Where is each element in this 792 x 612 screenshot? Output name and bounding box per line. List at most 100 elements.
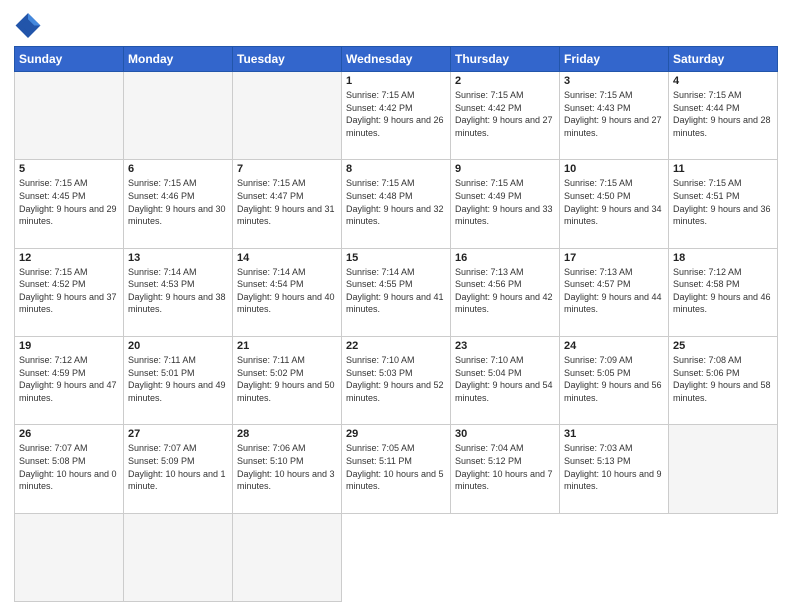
calendar-cell-empty [15,513,124,601]
day-info-28: Sunrise: 7:06 AMSunset: 5:10 PMDaylight:… [237,442,337,492]
calendar-cell-empty [669,425,778,513]
day-number-31: 31 [564,428,664,440]
calendar-cell-15: 15 Sunrise: 7:14 AMSunset: 4:55 PMDayligh… [342,248,451,336]
calendar-cell-9: 9Sunrise: 7:15 AMSunset: 4:49 PMDaylight… [451,160,560,248]
day-info-11: Sunrise: 7:15 AMSunset: 4:51 PMDaylight:… [673,177,773,227]
day-info-30: Sunrise: 7:04 AMSunset: 5:12 PMDaylight:… [455,442,555,492]
calendar-cell-23: 23Sunrise: 7:10 AMSunset: 5:04 PMDayligh… [451,336,560,424]
calendar-cell-29: 29 Sunrise: 7:05 AMSunset: 5:11 PMDayligh… [342,425,451,513]
day-number-15: 15 [346,252,446,264]
calendar-cell-25: 25Sunrise: 7:08 AMSunset: 5:06 PMDayligh… [669,336,778,424]
day-number-4: 4 [673,75,773,87]
day-number-10: 10 [564,163,664,175]
weekday-header-saturday: Saturday [669,47,778,72]
calendar-cell-empty [15,72,124,160]
calendar-cell-10: 10 Sunrise: 7:15 AMSunset: 4:50 PMDayligh… [560,160,669,248]
day-info-13: Sunrise: 7:14 AMSunset: 4:53 PMDaylight:… [128,266,228,316]
day-info-27: Sunrise: 7:07 AMSunset: 5:09 PMDaylight:… [128,442,228,492]
calendar-cell-1: 1Sunrise: 7:15 AMSunset: 4:42 PMDaylight… [342,72,451,160]
calendar-cell-21: 21 Sunrise: 7:11 AMSunset: 5:02 PMDayligh… [233,336,342,424]
day-number-24: 24 [564,340,664,352]
logo [14,10,46,38]
day-number-18: 18 [673,252,773,264]
day-number-29: 29 [346,428,446,440]
calendar-cell-30: 30 Sunrise: 7:04 AMSunset: 5:12 PMDayligh… [451,425,560,513]
day-info-19: Sunrise: 7:12 AMSunset: 4:59 PMDaylight:… [19,354,119,404]
weekday-header-wednesday: Wednesday [342,47,451,72]
calendar-cell-22: 22 Sunrise: 7:10 AMSunset: 5:03 PMDayligh… [342,336,451,424]
calendar-cell-18: 18 Sunrise: 7:12 AMSunset: 4:58 PMDayligh… [669,248,778,336]
day-number-7: 7 [237,163,337,175]
weekday-header-friday: Friday [560,47,669,72]
day-number-28: 28 [237,428,337,440]
day-number-25: 25 [673,340,773,352]
day-info-23: Sunrise: 7:10 AMSunset: 5:04 PMDaylight:… [455,354,555,404]
day-info-26: Sunrise: 7:07 AMSunset: 5:08 PMDaylight:… [19,442,119,492]
day-number-30: 30 [455,428,555,440]
calendar-cell-26: 26 Sunrise: 7:07 AMSunset: 5:08 PMDayligh… [15,425,124,513]
day-info-20: Sunrise: 7:11 AMSunset: 5:01 PMDaylight:… [128,354,228,404]
day-number-16: 16 [455,252,555,264]
calendar-week-3: 12 Sunrise: 7:15 AMSunset: 4:52 PMDayligh… [15,248,778,336]
day-number-26: 26 [19,428,119,440]
day-info-22: Sunrise: 7:10 AMSunset: 5:03 PMDaylight:… [346,354,446,404]
day-info-16: Sunrise: 7:13 AMSunset: 4:56 PMDaylight:… [455,266,555,316]
day-number-13: 13 [128,252,228,264]
day-info-6: Sunrise: 7:15 AMSunset: 4:46 PMDaylight:… [128,177,228,227]
calendar-cell-31: 31 Sunrise: 7:03 AMSunset: 5:13 PMDayligh… [560,425,669,513]
day-number-8: 8 [346,163,446,175]
weekday-header-thursday: Thursday [451,47,560,72]
day-info-2: Sunrise: 7:15 AMSunset: 4:42 PMDaylight:… [455,89,555,139]
calendar-cell-27: 27Sunrise: 7:07 AMSunset: 5:09 PMDayligh… [124,425,233,513]
day-info-21: Sunrise: 7:11 AMSunset: 5:02 PMDaylight:… [237,354,337,404]
day-info-5: Sunrise: 7:15 AMSunset: 4:45 PMDaylight:… [19,177,119,227]
day-number-1: 1 [346,75,446,87]
calendar-cell-empty [233,513,342,601]
day-info-18: Sunrise: 7:12 AMSunset: 4:58 PMDaylight:… [673,266,773,316]
calendar-cell-8: 8 Sunrise: 7:15 AMSunset: 4:48 PMDaylight… [342,160,451,248]
calendar-cell-2: 2 Sunrise: 7:15 AMSunset: 4:42 PMDaylight… [451,72,560,160]
calendar-cell-6: 6 Sunrise: 7:15 AMSunset: 4:46 PMDaylight… [124,160,233,248]
header [14,10,778,38]
day-number-11: 11 [673,163,773,175]
calendar-week-5: 26 Sunrise: 7:07 AMSunset: 5:08 PMDayligh… [15,425,778,513]
day-info-17: Sunrise: 7:13 AMSunset: 4:57 PMDaylight:… [564,266,664,316]
day-number-20: 20 [128,340,228,352]
day-info-8: Sunrise: 7:15 AMSunset: 4:48 PMDaylight:… [346,177,446,227]
weekday-header-monday: Monday [124,47,233,72]
calendar-cell-17: 17Sunrise: 7:13 AMSunset: 4:57 PMDayligh… [560,248,669,336]
calendar-week-6 [15,513,778,601]
calendar-cell-4: 4 Sunrise: 7:15 AMSunset: 4:44 PMDaylight… [669,72,778,160]
calendar-cell-13: 13 Sunrise: 7:14 AMSunset: 4:53 PMDayligh… [124,248,233,336]
weekday-header-tuesday: Tuesday [233,47,342,72]
day-number-3: 3 [564,75,664,87]
calendar-week-2: 5 Sunrise: 7:15 AMSunset: 4:45 PMDaylight… [15,160,778,248]
calendar-cell-empty [124,72,233,160]
day-info-4: Sunrise: 7:15 AMSunset: 4:44 PMDaylight:… [673,89,773,139]
weekday-header-sunday: Sunday [15,47,124,72]
day-info-12: Sunrise: 7:15 AMSunset: 4:52 PMDaylight:… [19,266,119,316]
calendar-cell-5: 5 Sunrise: 7:15 AMSunset: 4:45 PMDaylight… [15,160,124,248]
calendar-cell-28: 28 Sunrise: 7:06 AMSunset: 5:10 PMDayligh… [233,425,342,513]
day-number-22: 22 [346,340,446,352]
calendar-cell-12: 12 Sunrise: 7:15 AMSunset: 4:52 PMDayligh… [15,248,124,336]
day-info-10: Sunrise: 7:15 AMSunset: 4:50 PMDaylight:… [564,177,664,227]
day-info-7: Sunrise: 7:15 AMSunset: 4:47 PMDaylight:… [237,177,337,227]
day-number-2: 2 [455,75,555,87]
day-number-6: 6 [128,163,228,175]
day-info-29: Sunrise: 7:05 AMSunset: 5:11 PMDaylight:… [346,442,446,492]
day-info-31: Sunrise: 7:03 AMSunset: 5:13 PMDaylight:… [564,442,664,492]
day-number-19: 19 [19,340,119,352]
calendar-cell-20: 20 Sunrise: 7:11 AMSunset: 5:01 PMDayligh… [124,336,233,424]
day-info-3: Sunrise: 7:15 AMSunset: 4:43 PMDaylight:… [564,89,664,139]
day-number-5: 5 [19,163,119,175]
day-info-9: Sunrise: 7:15 AMSunset: 4:49 PMDaylight:… [455,177,555,227]
day-number-12: 12 [19,252,119,264]
day-number-21: 21 [237,340,337,352]
calendar-cell-14: 14Sunrise: 7:14 AMSunset: 4:54 PMDayligh… [233,248,342,336]
calendar-cell-16: 16 Sunrise: 7:13 AMSunset: 4:56 PMDayligh… [451,248,560,336]
day-info-15: Sunrise: 7:14 AMSunset: 4:55 PMDaylight:… [346,266,446,316]
weekday-header-row: SundayMondayTuesdayWednesdayThursdayFrid… [15,47,778,72]
calendar-cell-24: 24Sunrise: 7:09 AMSunset: 5:05 PMDayligh… [560,336,669,424]
logo-icon [14,10,42,38]
